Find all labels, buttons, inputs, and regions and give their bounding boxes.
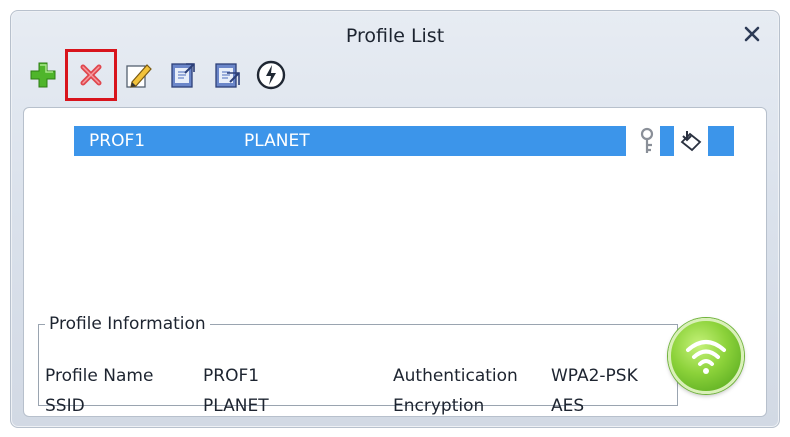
- export-doc-icon: [215, 63, 240, 88]
- close-icon: [744, 26, 760, 42]
- import-profile-button[interactable]: [165, 57, 201, 93]
- import-doc-icon: [171, 63, 195, 88]
- wifi-status-button[interactable]: [668, 318, 744, 394]
- profile-name-cell: PROF1: [89, 131, 146, 151]
- key-icon: [640, 127, 654, 153]
- profile-name-value: PROF1: [203, 366, 260, 386]
- wifi-signal-icon: [686, 340, 726, 374]
- authentication-value: WPA2-PSK: [551, 366, 638, 386]
- ssid-label: SSID: [45, 396, 85, 416]
- delete-profile-button[interactable]: [65, 49, 117, 101]
- profile-information-group: Profile Information Profile Name PROF1 A…: [38, 314, 678, 416]
- encryption-value: AES: [551, 396, 585, 416]
- delete-x-icon: [80, 64, 102, 86]
- plus-icon: [30, 62, 56, 88]
- connect-profile-button[interactable]: [253, 57, 289, 93]
- close-button[interactable]: [739, 21, 765, 47]
- export-profile-button[interactable]: [209, 57, 245, 93]
- key-cell: [636, 126, 658, 156]
- authentication-label: Authentication: [393, 366, 518, 386]
- profile-row[interactable]: PROF1 PLANET: [74, 126, 626, 156]
- profile-list-panel: PROF1 PLANET Profile Information Profile…: [23, 107, 767, 417]
- row-cell-fill: [660, 126, 674, 156]
- ssid-cell: PLANET: [244, 131, 310, 151]
- row-cell-fill: [708, 126, 734, 156]
- encryption-label: Encryption: [393, 396, 485, 416]
- profile-information-legend: Profile Information: [49, 314, 206, 334]
- profile-name-label: Profile Name: [45, 366, 154, 386]
- toolbar: [25, 49, 289, 101]
- window-title: Profile List: [345, 25, 445, 47]
- edit-profile-button[interactable]: [121, 57, 157, 93]
- wireless-connect-icon: [256, 60, 286, 90]
- ssid-value: PLANET: [203, 396, 269, 416]
- connect-arrow-icon: [680, 131, 702, 152]
- add-profile-button[interactable]: [25, 57, 61, 93]
- profile-list-window: Profile List PROF1 PLANET Profile Inform…: [10, 10, 780, 428]
- connect-cell[interactable]: [676, 126, 706, 156]
- edit-pencil-icon: [126, 64, 152, 88]
